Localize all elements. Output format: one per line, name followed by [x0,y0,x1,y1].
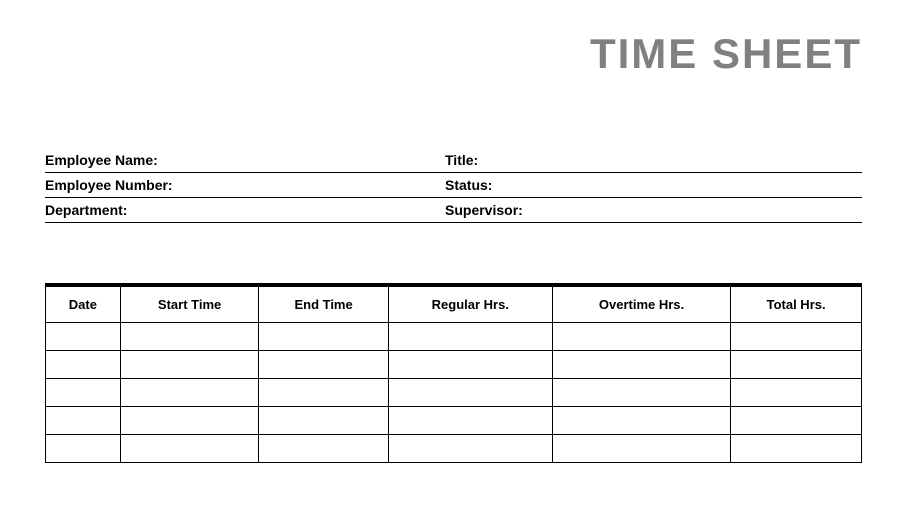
cell [46,323,121,351]
department-label: Department: [45,202,445,218]
table-row [46,435,862,463]
cell [259,379,388,407]
cell [388,351,552,379]
cell [120,407,259,435]
supervisor-label: Supervisor: [445,202,862,218]
col-start-time: Start Time [120,285,259,323]
document-title: TIME SHEET [45,30,862,78]
cell [46,435,121,463]
col-date: Date [46,285,121,323]
cell [731,379,862,407]
table-row [46,351,862,379]
cell [259,407,388,435]
cell [120,351,259,379]
cell [120,323,259,351]
col-regular-hrs: Regular Hrs. [388,285,552,323]
col-overtime-hrs: Overtime Hrs. [552,285,730,323]
cell [388,379,552,407]
cell [388,407,552,435]
table-row [46,407,862,435]
table-row [46,379,862,407]
cell [46,379,121,407]
col-end-time: End Time [259,285,388,323]
cell [731,435,862,463]
timesheet-table: Date Start Time End Time Regular Hrs. Ov… [45,283,862,463]
title-label: Title: [445,152,862,168]
cell [731,323,862,351]
cell [552,435,730,463]
cell [259,351,388,379]
cell [552,379,730,407]
cell [552,323,730,351]
cell [731,407,862,435]
table-row [46,323,862,351]
cell [46,407,121,435]
employee-number-label: Employee Number: [45,177,445,193]
info-row: Employee Number: Status: [45,173,862,198]
cell [388,323,552,351]
info-row: Department: Supervisor: [45,198,862,223]
cell [259,435,388,463]
cell [120,379,259,407]
cell [46,351,121,379]
cell [388,435,552,463]
cell [552,351,730,379]
cell [120,435,259,463]
status-label: Status: [445,177,862,193]
cell [731,351,862,379]
employee-name-label: Employee Name: [45,152,445,168]
cell [552,407,730,435]
employee-info-section: Employee Name: Title: Employee Number: S… [45,148,862,223]
cell [259,323,388,351]
table-header-row: Date Start Time End Time Regular Hrs. Ov… [46,285,862,323]
info-row: Employee Name: Title: [45,148,862,173]
col-total-hrs: Total Hrs. [731,285,862,323]
